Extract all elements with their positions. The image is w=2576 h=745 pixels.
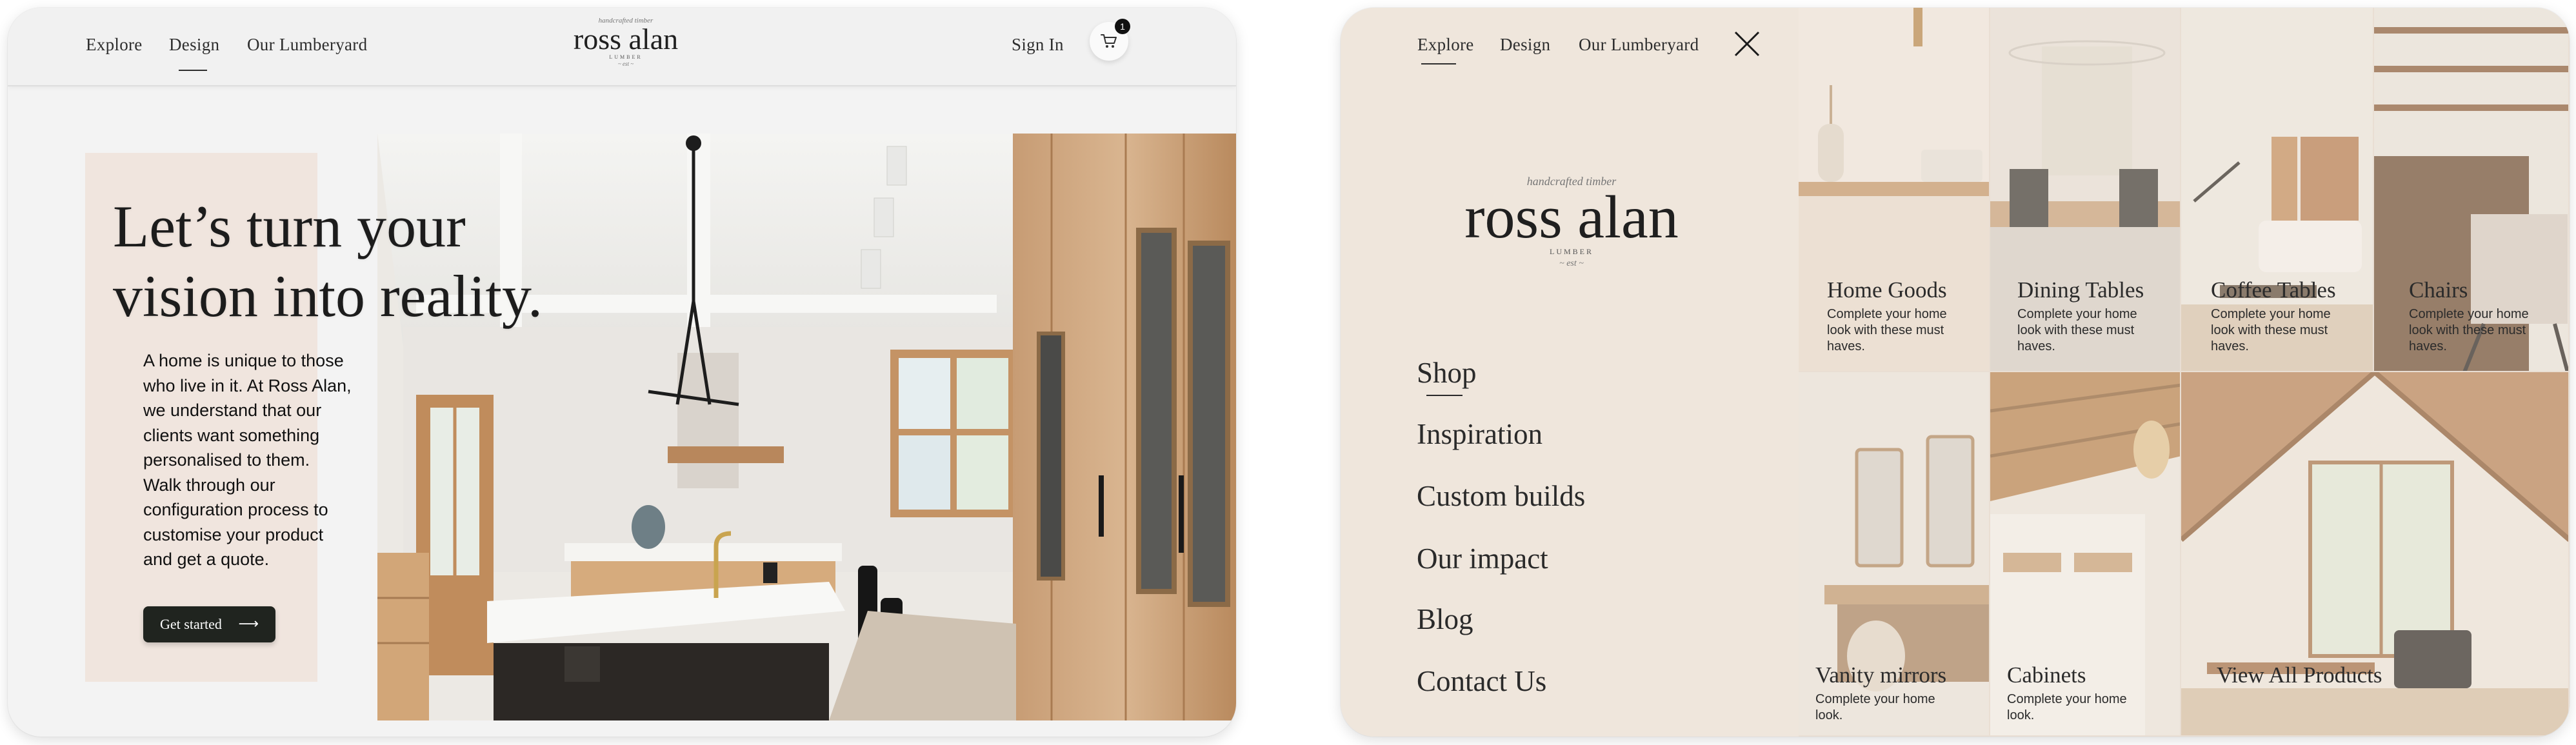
nav-lumberyard-link[interactable]: Our Lumberyard	[1579, 35, 1699, 55]
menu-item-blog[interactable]: Blog	[1417, 602, 1473, 636]
close-icon[interactable]	[1730, 27, 1764, 61]
menu-item-custom-builds[interactable]: Custom builds	[1417, 479, 1585, 513]
category-desc: Complete your home look with these must …	[2211, 307, 2331, 353]
category-tile-chairs[interactable]: Chairs Complete your home look with thes…	[2374, 8, 2570, 372]
get-started-label: Get started	[160, 616, 222, 632]
hero-description: A home is unique to those who live in it…	[143, 348, 363, 572]
category-title: Vanity mirrors	[1815, 662, 1947, 688]
category-desc: Complete your home look.	[1815, 692, 1935, 722]
sign-in-link[interactable]: Sign In	[1012, 35, 1064, 55]
hero-copy-line: clients want something	[143, 425, 320, 445]
hero-copy-line: Walk through our	[143, 475, 275, 495]
category-desc: Complete your home look with these must …	[2409, 307, 2529, 353]
logo-wordmark: ross alan	[1464, 184, 1679, 251]
category-title: Coffee Tables	[2211, 277, 2336, 303]
hero-heading-line-2: vision into reality.	[113, 263, 543, 329]
logo-mark: ~ est ~	[617, 61, 634, 67]
category-tile-home-goods[interactable]: Home Goods Complete your home look with …	[1799, 8, 1990, 372]
menu-item-inspiration[interactable]: Inspiration	[1417, 417, 1543, 451]
category-title: Home Goods	[1827, 277, 1947, 303]
menu-item-our-impact[interactable]: Our impact	[1417, 542, 1548, 575]
hero-heading: Let’s turn your vision into reality.	[113, 192, 603, 331]
hero-copy-line: A home is unique to those	[143, 351, 344, 370]
category-title: Dining Tables	[2017, 277, 2144, 303]
hero-copy-line: customise your product	[143, 524, 324, 544]
cart-count-badge: 1	[1115, 19, 1130, 34]
get-started-button[interactable]: Get started ⟶	[143, 606, 275, 642]
design-page-frame: Explore Design Our Lumberyard handcrafte…	[8, 8, 1236, 737]
menu-item-contact-us[interactable]: Contact Us	[1417, 664, 1546, 698]
view-all-products-link: View All Products	[2217, 662, 2382, 688]
nav-explore-link[interactable]: Explore	[1417, 35, 1474, 55]
nav-design-link[interactable]: Design	[169, 35, 219, 55]
category-tile-view-all[interactable]: View All Products	[2181, 372, 2570, 737]
nav-explore-link[interactable]: Explore	[86, 35, 143, 55]
nav-active-underline	[1421, 63, 1456, 65]
logo-wordmark: ross alan	[573, 23, 679, 55]
category-tile-cabinets[interactable]: Cabinets Complete your home look.	[1990, 372, 2181, 737]
menu-active-underline	[1426, 395, 1463, 396]
arrow-right-icon: ⟶	[238, 616, 259, 632]
logo-mark: ~ est ~	[1559, 259, 1584, 268]
hero-copy-line: configuration process to	[143, 500, 328, 519]
hero-copy-line: and get a quote.	[143, 550, 270, 569]
brand-logo-large[interactable]: handcrafted timber ross alan LUMBER ~ es…	[1455, 174, 1688, 271]
hero-heading-line-1: Let’s turn your	[113, 194, 466, 259]
hero-copy-line: personalised to them.	[143, 450, 310, 470]
brand-logo[interactable]: handcrafted timber ross alan LUMBER ~ es…	[561, 17, 690, 67]
cart-icon	[1101, 34, 1117, 48]
category-tile-dining-tables[interactable]: Dining Tables Complete your home look wi…	[1990, 8, 2181, 372]
nav-lumberyard-link[interactable]: Our Lumberyard	[247, 35, 367, 55]
category-desc: Complete your home look with these must …	[1827, 307, 1947, 353]
hero-copy-line: we understand that our	[143, 401, 322, 420]
menu-sidebar: Explore Design Our Lumberyard handcrafte…	[1341, 8, 1799, 737]
nav-active-underline	[179, 70, 207, 71]
top-navigation-bar: Explore Design Our Lumberyard handcrafte…	[8, 8, 1236, 86]
hero-copy-line: who live in it. At Ross Alan,	[143, 375, 352, 395]
category-grid: Home Goods Complete your home look with …	[1799, 8, 2570, 737]
category-desc: Complete your home look.	[2007, 692, 2127, 722]
category-tile-vanity-mirrors[interactable]: Vanity mirrors Complete your home look.	[1799, 372, 1990, 737]
category-tile-coffee-tables[interactable]: Coffee Tables Complete your home look wi…	[2181, 8, 2374, 372]
category-desc: Complete your home look with these must …	[2017, 307, 2137, 353]
explore-menu-frame: Explore Design Our Lumberyard handcrafte…	[1341, 8, 2570, 737]
category-title: Chairs	[2409, 277, 2468, 303]
nav-design-link[interactable]: Design	[1500, 35, 1550, 55]
menu-item-shop[interactable]: Shop	[1417, 356, 1477, 390]
category-title: Cabinets	[2007, 662, 2086, 688]
